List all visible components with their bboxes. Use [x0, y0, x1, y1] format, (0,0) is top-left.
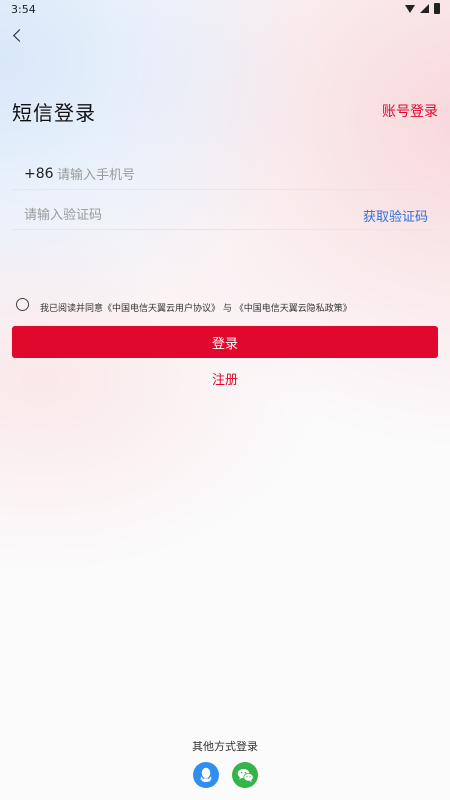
wifi-icon: [405, 4, 415, 13]
privacy-policy-link[interactable]: 《中国电信天翼云隐私政策》: [235, 304, 352, 314]
agreement-conjunction: 与: [222, 304, 232, 314]
get-code-button[interactable]: 获取验证码: [363, 206, 428, 225]
wechat-icon: [237, 768, 254, 782]
phone-input[interactable]: [57, 162, 417, 188]
other-login-title: 其他方式登录: [192, 740, 258, 753]
code-row: 获取验证码: [12, 200, 438, 230]
page-title: 短信登录: [12, 101, 96, 125]
qq-login-button[interactable]: [193, 762, 219, 788]
status-time: 3:54: [11, 3, 36, 16]
agreement-prefix: 我已阅读并同意: [40, 304, 104, 314]
verification-code-input[interactable]: [24, 202, 324, 228]
agreement-row: 我已阅读并同意《中国电信天翼云用户协议》 与 《中国电信天翼云隐私政策》: [16, 296, 436, 316]
country-code[interactable]: +86: [24, 166, 54, 182]
agreement-text: 我已阅读并同意《中国电信天翼云用户协议》 与 《中国电信天翼云隐私政策》: [40, 301, 352, 314]
account-login-link[interactable]: 账号登录: [382, 101, 438, 121]
phone-row: +86: [12, 160, 438, 190]
wechat-login-button[interactable]: [232, 762, 258, 788]
register-row: 注册: [0, 369, 450, 388]
agreement-radio[interactable]: [16, 298, 29, 311]
back-chevron-left-icon[interactable]: [10, 27, 28, 45]
register-link[interactable]: 注册: [212, 373, 238, 388]
login-screen: 3:54 短信登录 账号登录 +86 获取验证码 我已阅读并同意《中国电信天翼云…: [0, 0, 450, 800]
status-bar: 3:54: [0, 0, 450, 18]
battery-icon: [434, 3, 440, 14]
login-button[interactable]: 登录: [12, 326, 438, 358]
status-icons: [405, 3, 440, 14]
qq-icon: [200, 767, 212, 782]
signal-icon: [420, 4, 429, 13]
user-agreement-link[interactable]: 《中国电信天翼云用户协议》: [103, 304, 220, 314]
